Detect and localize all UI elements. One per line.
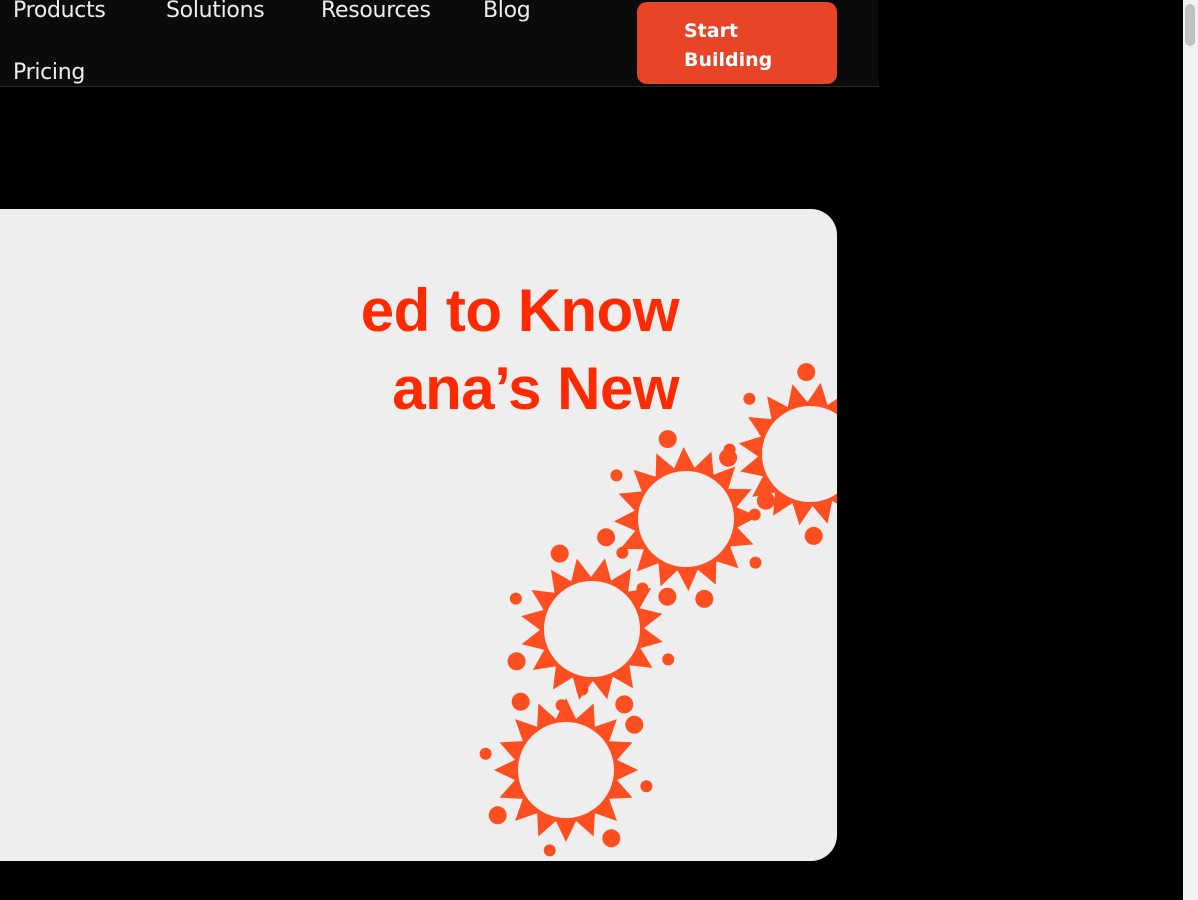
start-building-button[interactable]: Start Building: [637, 2, 837, 84]
nav-link-pricing[interactable]: Pricing: [13, 60, 85, 85]
vertical-scrollbar[interactable]: [1183, 0, 1198, 900]
sun-rosette: [507, 544, 677, 714]
headline-line-2: ana’s New: [392, 355, 679, 422]
headline-line-1: ed to Know: [360, 277, 680, 344]
nav-link-solutions[interactable]: Solutions: [166, 0, 265, 23]
hero-headline: ed to Know ana’s New: [360, 272, 680, 428]
nav-link-blog[interactable]: Blog: [483, 0, 531, 23]
nav-link-resources[interactable]: Resources: [321, 0, 431, 23]
scrollbar-thumb[interactable]: [1185, 4, 1195, 46]
top-navigation: Products Solutions Resources Blog Pricin…: [0, 0, 879, 87]
start-building-label: Start Building: [684, 20, 773, 71]
nav-link-products[interactable]: Products: [13, 0, 106, 23]
